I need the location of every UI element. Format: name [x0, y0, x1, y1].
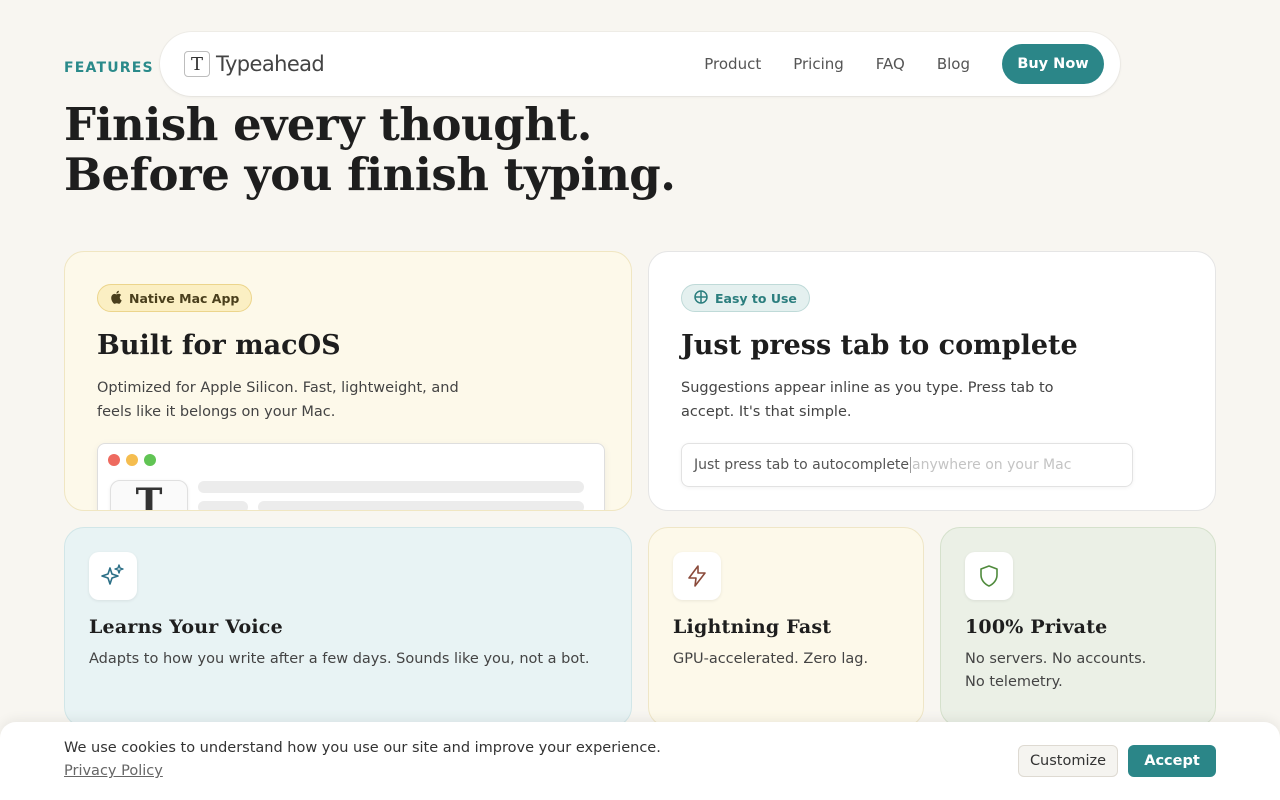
easy-to-use-badge: Easy to Use: [681, 284, 810, 312]
close-dot-icon: [108, 454, 120, 466]
native-mac-app-badge: Native Mac App: [97, 284, 253, 312]
feature-title: Learns Your Voice: [89, 616, 283, 638]
typed-text: Just press tab to autocomplete: [694, 457, 910, 473]
feature-description-line: No telemetry.: [965, 674, 1063, 690]
top-navigation: T Typeahead Product Pricing FAQ Blog Buy…: [160, 32, 1120, 96]
logo-text: Typeahead: [216, 52, 325, 76]
hero-line-1: Finish every thought.: [64, 98, 592, 151]
placeholder-bar: [198, 501, 248, 510]
feature-card-fast: Lightning Fast GPU-accelerated. Zero lag…: [648, 527, 924, 727]
nav-link-pricing[interactable]: Pricing: [793, 55, 844, 73]
hero-heading: Finish every thought. Before you finish …: [64, 98, 676, 201]
section-eyebrow: FEATURES: [64, 60, 154, 76]
nav-links: Product Pricing FAQ Blog: [704, 32, 970, 96]
ghost-suggestion: anywhere on your Mac: [912, 457, 1072, 473]
cookie-banner: We use cookies to understand how you use…: [0, 722, 1280, 800]
crosshair-icon: [694, 289, 708, 307]
sparkles-icon: [89, 552, 137, 600]
app-icon: T: [110, 480, 188, 510]
lightning-icon: [673, 552, 721, 600]
mac-window-preview: T: [97, 443, 605, 510]
logo-mark-icon: T: [184, 51, 210, 77]
minimize-dot-icon: [126, 454, 138, 466]
shield-icon: [965, 552, 1013, 600]
buy-now-button[interactable]: Buy Now: [1002, 44, 1104, 84]
placeholder-bar: [198, 481, 584, 493]
text-caret: [910, 457, 912, 473]
card-description: Optimized for Apple Silicon. Fast, light…: [97, 380, 459, 420]
hero-line-2: Before you finish typing.: [64, 148, 676, 201]
customize-button[interactable]: Customize: [1018, 745, 1118, 777]
card-title: Built for macOS: [97, 330, 341, 361]
privacy-policy-link[interactable]: Privacy Policy: [64, 763, 163, 779]
autocomplete-demo-field: Just press tab to autocomplete anywhere …: [681, 443, 1133, 487]
feature-description-line: No servers. No accounts.: [965, 651, 1147, 667]
card-title: Just press tab to complete: [681, 330, 1078, 361]
feature-title: 100% Private: [965, 616, 1108, 638]
feature-description: GPU-accelerated. Zero lag.: [673, 651, 869, 667]
accept-button[interactable]: Accept: [1128, 745, 1216, 777]
maximize-dot-icon: [144, 454, 156, 466]
card-description: Suggestions appear inline as you type. P…: [681, 380, 1054, 420]
badge-label: Easy to Use: [715, 290, 797, 306]
feature-card-voice: Learns Your Voice Adapts to how you writ…: [64, 527, 632, 727]
apple-icon: [110, 290, 122, 307]
logo[interactable]: T Typeahead: [184, 50, 325, 78]
cookie-message: We use cookies to understand how you use…: [64, 740, 661, 756]
feature-card-private: 100% Private No servers. No accounts. No…: [940, 527, 1216, 727]
nav-link-faq[interactable]: FAQ: [876, 55, 905, 73]
feature-card-macos: Native Mac App Built for macOS Optimized…: [64, 251, 632, 511]
nav-link-product[interactable]: Product: [704, 55, 761, 73]
placeholder-bar: [258, 501, 584, 510]
feature-card-tab-complete: Easy to Use Just press tab to complete S…: [648, 251, 1216, 511]
feature-description: No servers. No accounts. No telemetry.: [965, 648, 1146, 694]
badge-label: Native Mac App: [129, 290, 240, 306]
feature-description: Adapts to how you write after a few days…: [89, 651, 590, 667]
feature-title: Lightning Fast: [673, 616, 832, 638]
nav-link-blog[interactable]: Blog: [937, 55, 970, 73]
